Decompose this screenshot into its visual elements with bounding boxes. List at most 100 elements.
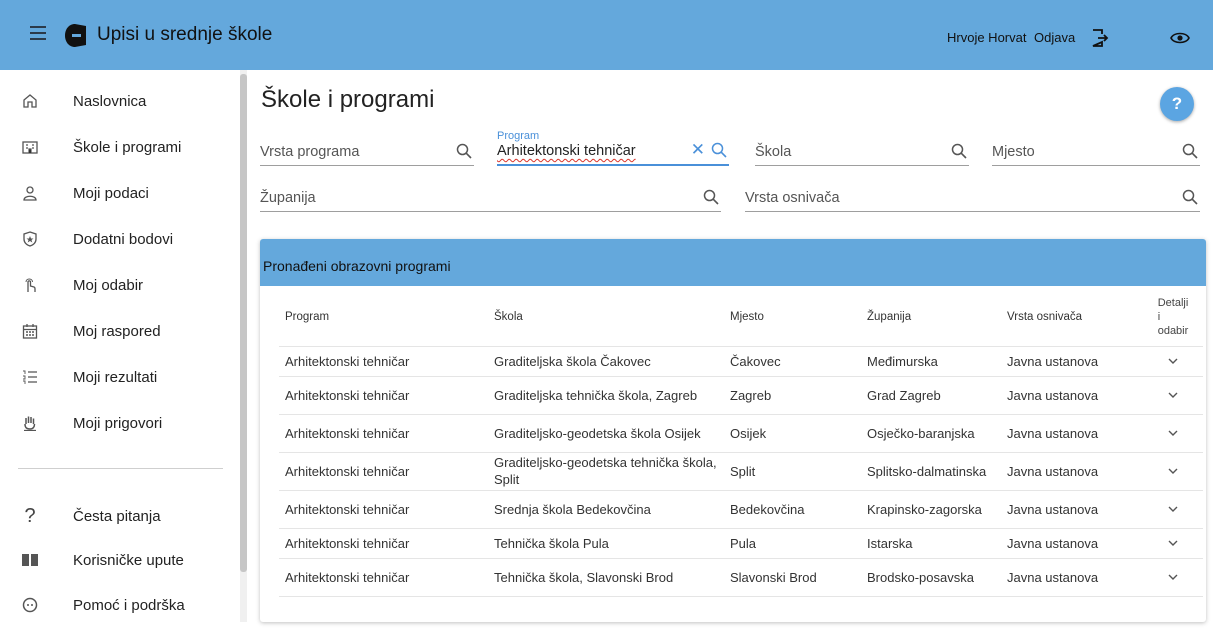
app-title[interactable]: Upisi u srednje škole bbox=[97, 24, 272, 46]
skola-field[interactable]: Škola bbox=[755, 134, 969, 166]
column-header-detalji: Detalji i odabir bbox=[1143, 289, 1203, 347]
sidebar-item-pomoc-i-podrska[interactable]: Pomoć i podrška bbox=[0, 582, 240, 628]
logout-icon[interactable] bbox=[1090, 28, 1110, 48]
cell-zupanija: Grad Zagreb bbox=[867, 376, 1007, 415]
table-row[interactable]: Arhitektonski tehničar Graditeljska škol… bbox=[279, 346, 1203, 377]
sidebar: Naslovnica Škole i programi Moji podaci … bbox=[0, 70, 240, 622]
column-header-program[interactable]: Program bbox=[279, 289, 491, 347]
cell-zupanija: Osječko-baranjska bbox=[867, 414, 1007, 453]
vrsta-programa-field[interactable]: Vrsta programa bbox=[260, 134, 474, 166]
sidebar-item-moji-rezultati[interactable]: Moji rezultati bbox=[0, 354, 240, 400]
program-label: Program bbox=[497, 130, 540, 142]
expand-row-button[interactable] bbox=[1143, 414, 1203, 453]
program-field[interactable]: Program Arhitektonski tehničar ✕ bbox=[497, 130, 729, 166]
search-icon[interactable] bbox=[703, 189, 719, 205]
column-header-vrsta-osnivaca[interactable]: Vrsta osnivača bbox=[1007, 289, 1143, 347]
expand-row-button[interactable] bbox=[1143, 528, 1203, 559]
sidebar-item-cesta-pitanja[interactable]: ? Česta pitanja bbox=[0, 493, 240, 539]
hamburger-menu-icon[interactable] bbox=[30, 26, 46, 40]
table-header-row: Program Škola Mjesto Županija Vrsta osni… bbox=[279, 289, 1203, 347]
search-icon[interactable] bbox=[711, 142, 727, 158]
program-value[interactable]: Arhitektonski tehničar bbox=[497, 143, 636, 159]
column-header-mjesto[interactable]: Mjesto bbox=[730, 289, 867, 347]
home-icon bbox=[20, 91, 40, 111]
cell-vrsta-osnivaca: Javna ustanova bbox=[1007, 528, 1143, 559]
chevron-down-icon[interactable] bbox=[1168, 572, 1178, 582]
vrsta-osnivaca-field[interactable]: Vrsta osnivača bbox=[745, 180, 1200, 212]
cell-mjesto: Osijek bbox=[730, 414, 867, 453]
expand-row-button[interactable] bbox=[1143, 558, 1203, 597]
app-header: Upisi u srednje škole Hrvoje Horvat Odja… bbox=[0, 0, 1213, 70]
expand-row-button[interactable] bbox=[1143, 490, 1203, 529]
cell-zupanija: Splitsko-dalmatinska bbox=[867, 452, 1007, 491]
cell-mjesto: Split bbox=[730, 452, 867, 491]
sidebar-item-label: Moji prigovori bbox=[73, 414, 163, 432]
cell-vrsta-osnivaca: Javna ustanova bbox=[1007, 414, 1143, 453]
sidebar-item-label: Moj raspored bbox=[73, 322, 161, 340]
help-button[interactable]: ? bbox=[1160, 87, 1194, 121]
sidebar-item-label: Moji podaci bbox=[73, 184, 149, 202]
sidebar-item-naslovnica[interactable]: Naslovnica bbox=[0, 78, 240, 124]
chevron-down-icon[interactable] bbox=[1168, 466, 1178, 476]
expand-row-button[interactable] bbox=[1143, 376, 1203, 415]
cell-program: Arhitektonski tehničar bbox=[279, 490, 491, 529]
chevron-down-icon[interactable] bbox=[1168, 428, 1178, 438]
vrsta-programa-placeholder: Vrsta programa bbox=[260, 144, 360, 160]
cell-mjesto: Čakovec bbox=[730, 346, 867, 377]
expand-row-button[interactable] bbox=[1143, 346, 1203, 377]
zupanija-placeholder: Županija bbox=[260, 190, 316, 206]
results-card-header: Pronađeni obrazovni programi bbox=[260, 239, 1206, 286]
chevron-down-icon[interactable] bbox=[1168, 356, 1178, 366]
cell-zupanija: Međimurska bbox=[867, 346, 1007, 377]
sidebar-item-moji-podaci[interactable]: Moji podaci bbox=[0, 170, 240, 216]
question-icon: ? bbox=[24, 504, 36, 527]
expand-row-button[interactable] bbox=[1143, 452, 1203, 491]
numbered-list-icon bbox=[20, 367, 40, 387]
eye-icon[interactable] bbox=[1170, 31, 1190, 45]
cell-mjesto: Slavonski Brod bbox=[730, 558, 867, 597]
sidebar-item-korisnicke-upute[interactable]: Korisničke upute bbox=[0, 537, 240, 583]
cell-skola: Srednja škola Bedekovčina bbox=[491, 490, 730, 529]
sidebar-item-moj-odabir[interactable]: Moj odabir bbox=[0, 262, 240, 308]
results-table: Program Škola Mjesto Županija Vrsta osni… bbox=[279, 289, 1203, 597]
search-icon[interactable] bbox=[456, 143, 472, 159]
sidebar-item-label: Škole i programi bbox=[73, 138, 182, 156]
search-icon[interactable] bbox=[1182, 143, 1198, 159]
search-icon[interactable] bbox=[1182, 189, 1198, 205]
vrsta-osnivaca-placeholder: Vrsta osnivača bbox=[745, 190, 840, 206]
table-row[interactable]: Arhitektonski tehničar Graditeljsko-geod… bbox=[279, 452, 1203, 491]
sidebar-item-skole-i-programi[interactable]: Škole i programi bbox=[0, 124, 240, 170]
table-row[interactable]: Arhitektonski tehničar Graditeljsko-geod… bbox=[279, 414, 1203, 453]
user-name[interactable]: Hrvoje Horvat bbox=[947, 30, 1026, 45]
zupanija-field[interactable]: Županija bbox=[260, 180, 721, 212]
cell-skola: Graditeljska škola Čakovec bbox=[491, 346, 730, 377]
sidebar-item-label: Naslovnica bbox=[73, 92, 147, 110]
sidebar-scrollbar-thumb[interactable] bbox=[240, 74, 247, 572]
sidebar-item-dodatni-bodovi[interactable]: Dodatni bodovi bbox=[0, 216, 240, 262]
school-building-icon bbox=[20, 137, 40, 157]
clear-icon[interactable]: ✕ bbox=[691, 141, 705, 158]
chevron-down-icon[interactable] bbox=[1168, 538, 1178, 548]
table-row[interactable]: Arhitektonski tehničar Srednja škola Bed… bbox=[279, 490, 1203, 529]
chevron-down-icon[interactable] bbox=[1168, 504, 1178, 514]
sidebar-item-label: Česta pitanja bbox=[73, 507, 161, 525]
table-row[interactable]: Arhitektonski tehničar Graditeljska tehn… bbox=[279, 376, 1203, 415]
mjesto-field[interactable]: Mjesto bbox=[992, 134, 1200, 166]
table-row[interactable]: Arhitektonski tehničar Tehnička škola, S… bbox=[279, 558, 1203, 597]
cell-mjesto: Zagreb bbox=[730, 376, 867, 415]
sidebar-item-moj-raspored[interactable]: Moj raspored bbox=[0, 308, 240, 354]
table-row[interactable]: Arhitektonski tehničar Tehnička škola Pu… bbox=[279, 528, 1203, 559]
logout-button[interactable]: Odjava bbox=[1034, 30, 1075, 45]
sidebar-item-label: Korisničke upute bbox=[73, 551, 184, 569]
cell-zupanija: Krapinsko-zagorska bbox=[867, 490, 1007, 529]
mjesto-placeholder: Mjesto bbox=[992, 144, 1035, 160]
sidebar-item-moji-prigovori[interactable]: Moji prigovori bbox=[0, 400, 240, 446]
search-icon[interactable] bbox=[951, 143, 967, 159]
column-header-zupanija[interactable]: Županija bbox=[867, 289, 1007, 347]
cell-skola: Graditeljsko-geodetska škola Osijek bbox=[491, 414, 730, 453]
chevron-down-icon[interactable] bbox=[1168, 390, 1178, 400]
column-header-skola[interactable]: Škola bbox=[491, 289, 730, 347]
support-icon bbox=[20, 595, 40, 615]
cell-vrsta-osnivaca: Javna ustanova bbox=[1007, 376, 1143, 415]
cell-program: Arhitektonski tehničar bbox=[279, 528, 491, 559]
